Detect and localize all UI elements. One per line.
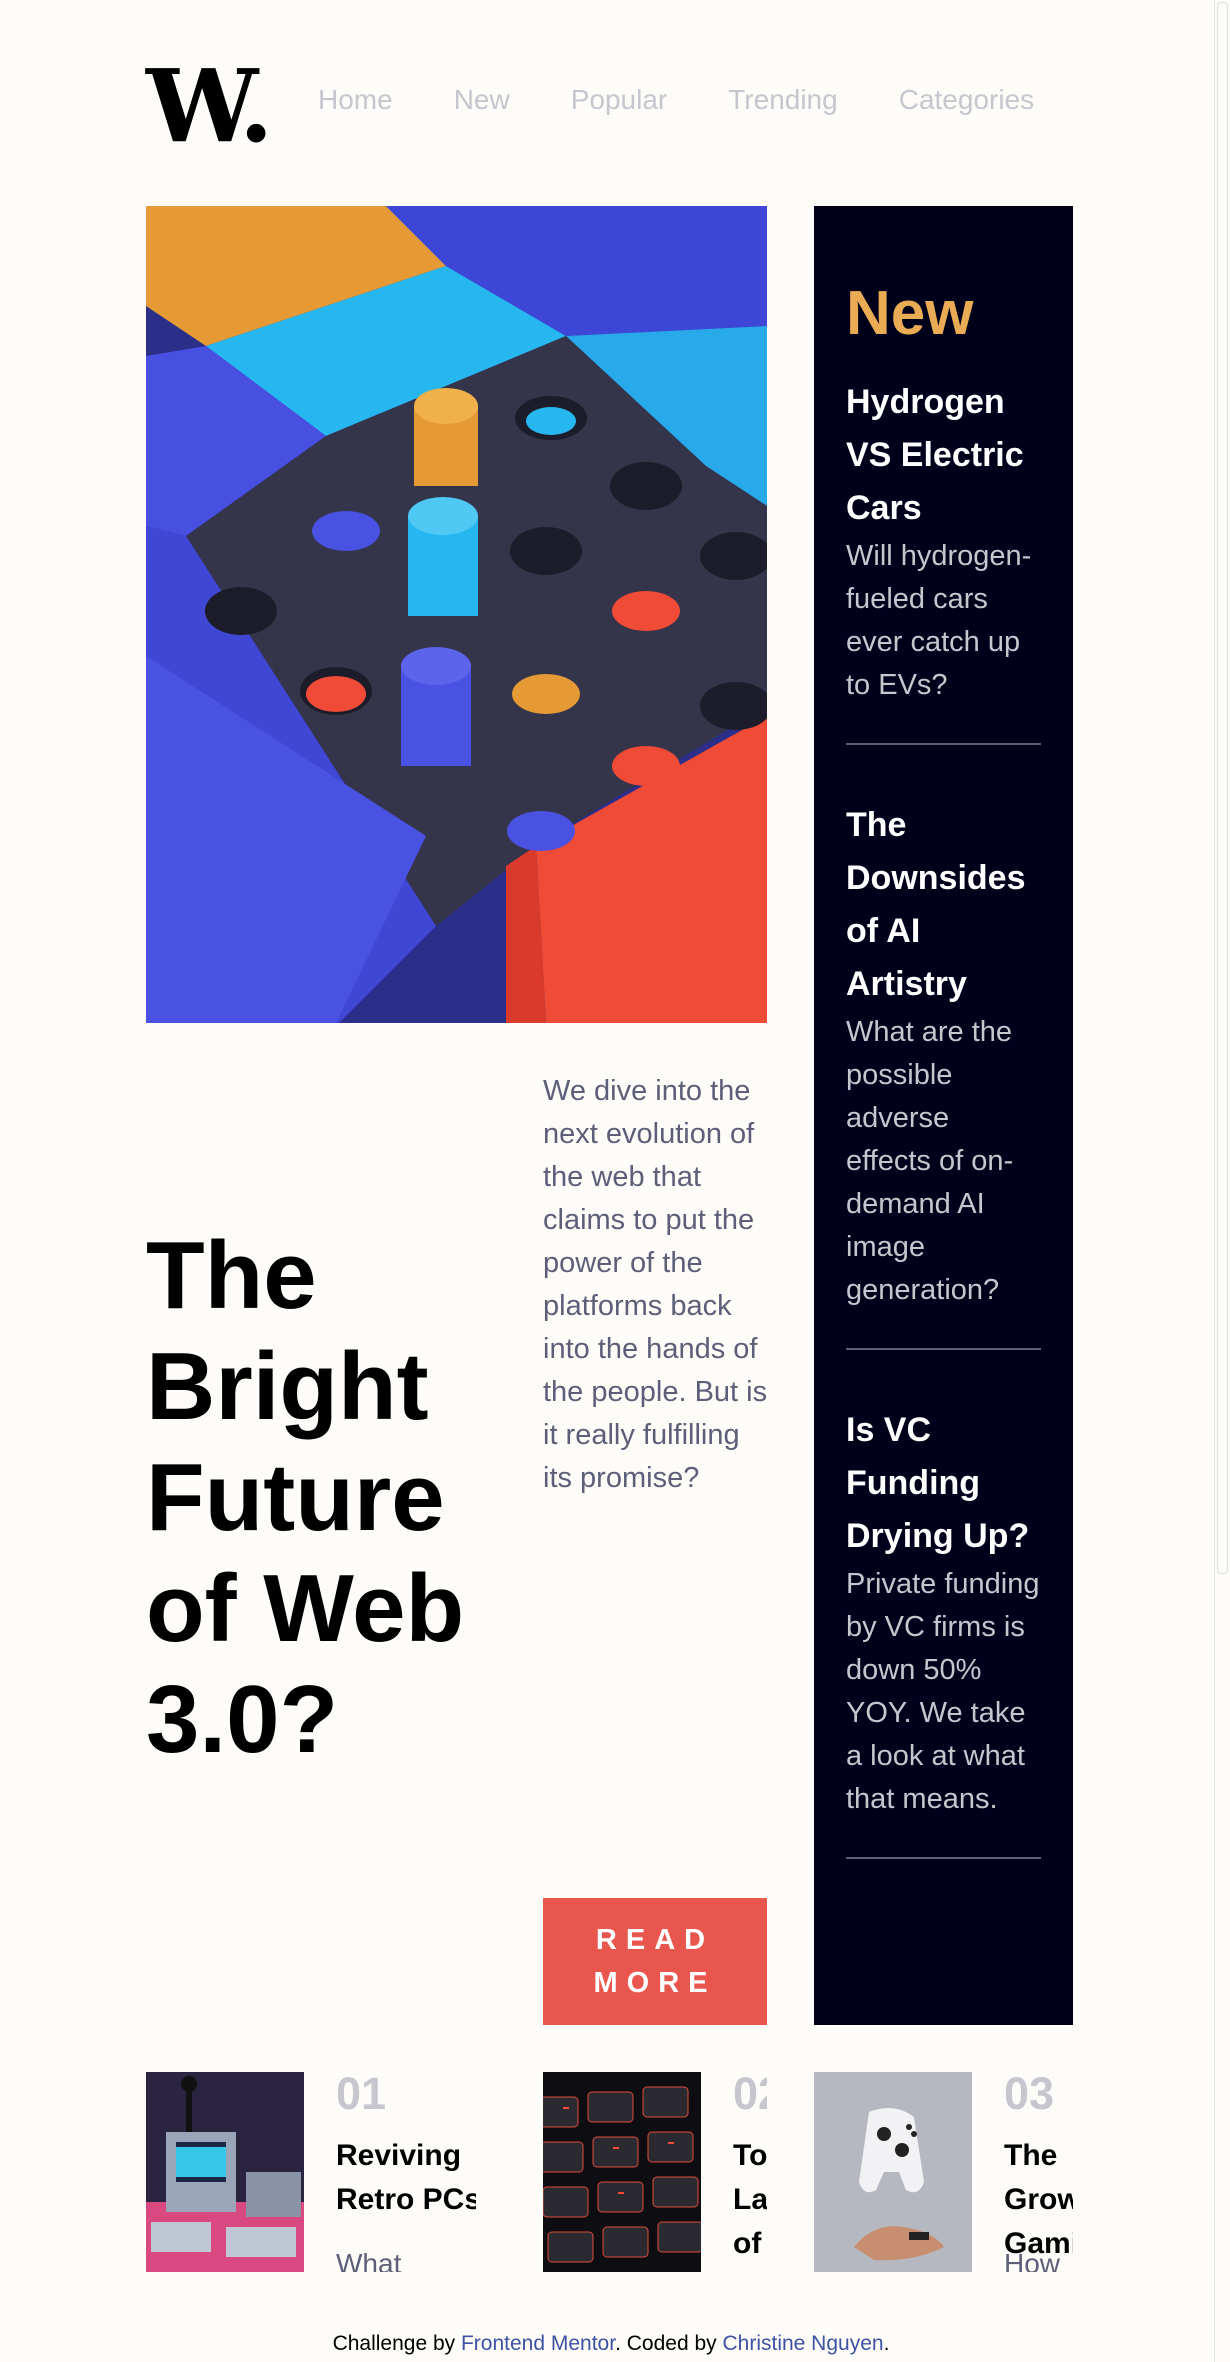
new-panel: New Hydrogen VS Electric Cars Will hydro…: [814, 206, 1073, 2025]
new-item-title[interactable]: Is VC Funding Drying Up?: [846, 1404, 1041, 1563]
nav-categories[interactable]: Categories: [899, 84, 1034, 116]
frontend-mentor-link[interactable]: Frontend Mentor: [461, 2332, 615, 2355]
new-item-title[interactable]: Hydrogen VS Electric Cars: [846, 376, 1041, 535]
card-desc: How: [1004, 2248, 1061, 2272]
card-number: 01: [336, 2072, 387, 2119]
attribution-prefix: Challenge by: [332, 2332, 461, 2355]
nav-new[interactable]: New: [454, 84, 510, 116]
nav-home[interactable]: Home: [318, 84, 393, 116]
attribution: Challenge by Frontend Mentor. Coded by C…: [0, 2332, 1222, 2356]
card-title[interactable]: Reviving Retro PCs: [336, 2134, 476, 2222]
new-item-title[interactable]: The Downsides of AI Artistry: [846, 799, 1041, 1011]
new-panel-title: New: [846, 279, 974, 348]
retro-pc-icon: [146, 2072, 304, 2272]
hero-intro: We dive into the next evolution of the w…: [543, 1075, 768, 1494]
attribution-middle: . Coded by: [615, 2332, 723, 2355]
nav-popular[interactable]: Popular: [571, 84, 668, 116]
new-item[interactable]: Is VC Funding Drying Up? Private funding…: [846, 1404, 1041, 1860]
keyboard-icon: [543, 2072, 704, 2272]
attribution-suffix: .: [883, 2332, 890, 2355]
new-item[interactable]: Hydrogen VS Electric Cars Will hydrogen-…: [846, 376, 1041, 746]
hero-image: [146, 206, 767, 1023]
toy-blocks-pegboard-icon: [146, 206, 767, 1023]
scrollbar-thumb[interactable]: [1217, 2, 1228, 1574]
nav-trending[interactable]: Trending: [728, 84, 837, 116]
logo[interactable]: W.: [146, 56, 274, 156]
card-number: 03: [1004, 2072, 1055, 2119]
read-more-button[interactable]: READ MORE: [543, 1898, 767, 2025]
new-item-desc: What are the possible adverse effects of…: [846, 1016, 1014, 1307]
card-title[interactable]: Top 10 Laptops of: [733, 2134, 767, 2266]
card-retro-pcs[interactable]: 01 Reviving Retro PCs What: [146, 2072, 476, 2272]
hero-headline: The Bright Future of Web 3.0?: [146, 1222, 465, 1773]
new-item-desc: Private funding by VC firms is down 50% …: [846, 1568, 1040, 1816]
new-item[interactable]: The Downsides of AI Artistry What are th…: [846, 799, 1041, 1351]
card-desc: What: [336, 2248, 402, 2272]
scrollbar-track[interactable]: [1214, 0, 1230, 2362]
author-link[interactable]: Christine Nguyen: [722, 2332, 883, 2355]
card-number: 02: [733, 2072, 767, 2119]
card-laptops[interactable]: 02 Top 10 Laptops of: [543, 2072, 767, 2272]
card-gaming[interactable]: 03 The Growth of Gaming How: [814, 2072, 1073, 2272]
new-item-desc: Will hydrogen-fueled cars ever catch up …: [846, 540, 1032, 702]
card-title[interactable]: The Growth of Gaming: [1004, 2134, 1073, 2266]
gamepad-icon: [814, 2072, 972, 2272]
main-nav: Home New Popular Trending Categories: [318, 84, 1034, 116]
featured-cards: 01 Reviving Retro PCs What 0 To La of 03…: [146, 2072, 1073, 2272]
